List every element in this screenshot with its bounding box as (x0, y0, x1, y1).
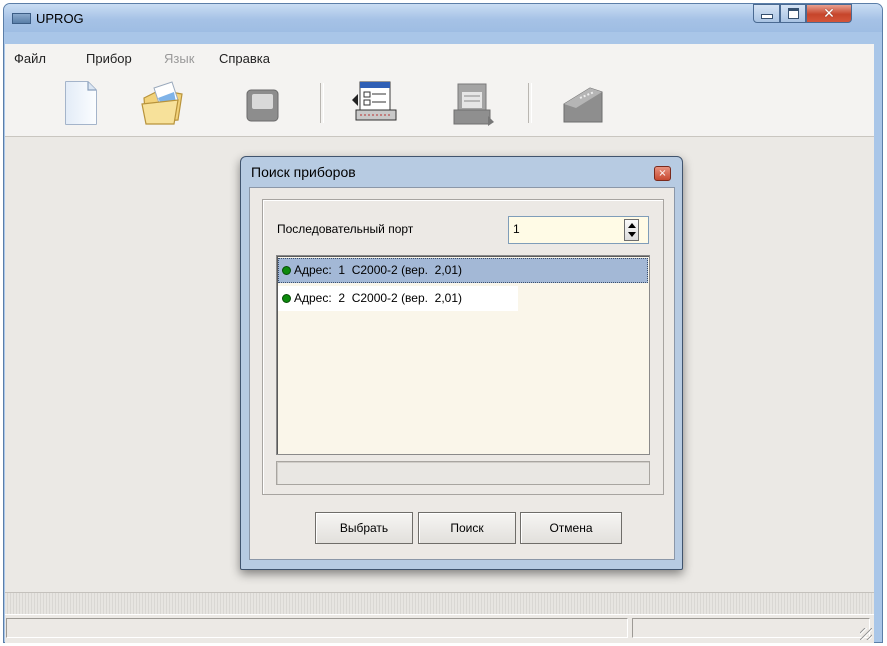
status-online-icon (282, 294, 291, 303)
read-config-icon[interactable] (350, 80, 400, 128)
serial-port-value[interactable]: 1 (513, 222, 520, 236)
title-bar[interactable]: UPROG ✕ (4, 4, 882, 32)
open-folder-icon[interactable] (138, 80, 188, 128)
toolbar-separator (528, 83, 532, 123)
save-icon[interactable] (245, 88, 281, 124)
device-list-item[interactable]: Адрес: 1 С2000-2 (вер. 2,01) (278, 258, 648, 283)
new-file-icon[interactable] (62, 80, 100, 126)
write-config-icon[interactable] (450, 82, 496, 128)
device-list[interactable] (276, 255, 650, 455)
search-button[interactable]: Поиск (418, 512, 516, 544)
app-icon (12, 13, 31, 24)
maximize-icon (787, 8, 799, 19)
minimize-icon (760, 14, 773, 19)
close-icon: ✕ (823, 5, 835, 22)
status-panel-main (6, 618, 628, 638)
status-panel-secondary (632, 618, 870, 638)
serial-port-stepper[interactable] (624, 219, 639, 241)
minimize-button[interactable] (753, 4, 780, 23)
resize-grip[interactable] (860, 628, 872, 640)
info-strip (5, 592, 874, 615)
device-item-label: Адрес: 2 С2000-2 (вер. 2,01) (294, 291, 462, 305)
select-button[interactable]: Выбрать (315, 512, 413, 544)
dialog-close-button[interactable]: × (654, 166, 671, 181)
menu-device[interactable]: Прибор (86, 51, 132, 66)
menu-language[interactable]: Язык (164, 51, 194, 66)
device-item-label: Адрес: 1 С2000-2 (вер. 2,01) (294, 263, 462, 277)
chevron-down-icon[interactable] (628, 232, 636, 237)
close-icon: × (658, 168, 667, 179)
close-button[interactable]: ✕ (806, 4, 852, 23)
maximize-button[interactable] (780, 4, 806, 23)
status-online-icon (282, 266, 291, 275)
chevron-up-icon[interactable] (628, 223, 636, 228)
cancel-button[interactable]: Отмена (520, 512, 622, 544)
window-title: UPROG (36, 11, 84, 26)
serial-port-label: Последовательный порт (277, 222, 414, 236)
toolbar (5, 72, 874, 137)
menu-help[interactable]: Справка (219, 51, 270, 66)
search-progress-bar (276, 461, 650, 485)
toolbar-separator (320, 83, 324, 123)
dialog-title: Поиск приборов (251, 164, 356, 180)
device-list-item[interactable]: Адрес: 2 С2000-2 (вер. 2,01) (278, 286, 518, 311)
menu-bar (5, 44, 874, 72)
menu-file[interactable]: Файл (14, 51, 46, 66)
firmware-icon[interactable] (560, 82, 606, 126)
